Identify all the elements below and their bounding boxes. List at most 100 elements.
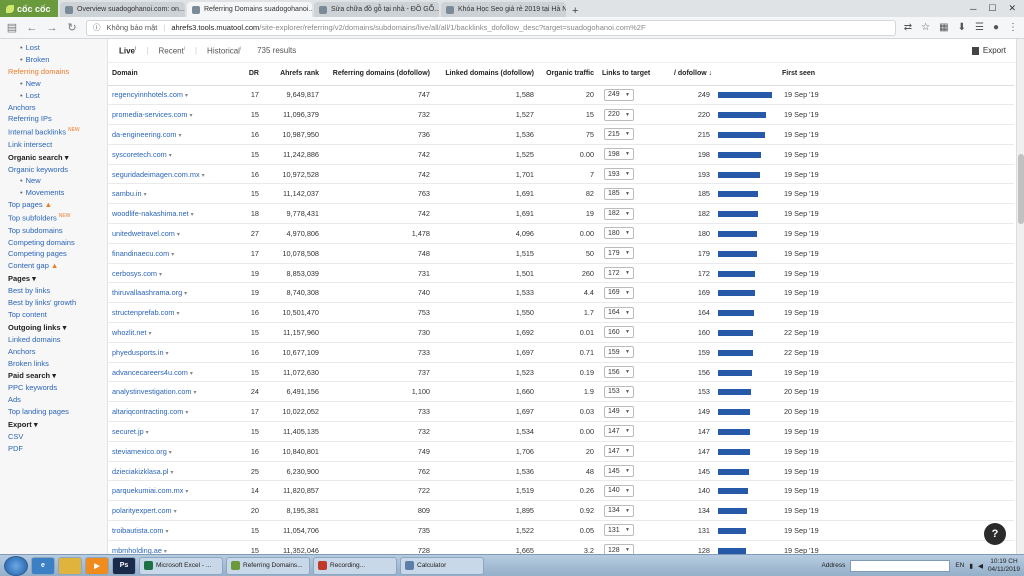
sidebar-item[interactable]: Lost (8, 90, 107, 102)
ie-icon[interactable]: e (31, 556, 55, 575)
taskbar-app[interactable]: Microsoft Excel - ... (139, 556, 223, 575)
bookmark-icon[interactable]: ☆ (921, 22, 930, 33)
sidebar-item[interactable]: Anchors (8, 102, 107, 114)
chevron-down-icon[interactable]: ▾ (185, 93, 188, 99)
domain-link[interactable]: troibautista.com (112, 526, 164, 535)
domain-link[interactable]: unitedwetravel.com (112, 229, 175, 238)
column-header[interactable]: Referring domains (dofollow) (323, 63, 434, 86)
links-select[interactable]: 182 ▼ (604, 207, 634, 220)
domain-cell[interactable]: troibautista.com ▾ (108, 520, 232, 541)
chevron-down-icon[interactable]: ▾ (184, 291, 187, 297)
domain-link[interactable]: cerbosys.com (112, 269, 157, 278)
close-icon[interactable]: ✕ (1008, 3, 1016, 14)
volume-icon[interactable]: ◀ (978, 562, 983, 570)
links-select[interactable]: 140 ▼ (604, 484, 634, 497)
domain-cell[interactable]: unitedwetravel.com ▾ (108, 223, 232, 244)
domain-link[interactable]: regencyinnhotels.com (112, 90, 183, 99)
domain-cell[interactable]: advancecareers4u.com ▾ (108, 362, 232, 383)
chevron-down-icon[interactable]: ▾ (176, 311, 179, 317)
minimize-icon[interactable]: ─ (970, 4, 976, 14)
column-header[interactable]: / dofollow ↓ (670, 63, 714, 86)
more-icon[interactable]: ⋮ (1008, 22, 1018, 33)
domain-link[interactable]: mbmholding.ae (112, 546, 162, 554)
column-header[interactable]: DR (232, 63, 263, 86)
sidebar-item[interactable]: Referring domains (8, 66, 107, 78)
filter-recent[interactable]: Recenti (158, 46, 184, 56)
chevron-down-icon[interactable]: ▾ (169, 153, 172, 159)
sidebar-item[interactable]: Top subfolders NEW (8, 211, 107, 224)
domain-cell[interactable]: promedia-services.com ▾ (108, 104, 232, 126)
domain-link[interactable]: whozlit.net (112, 328, 146, 337)
sidebar-item[interactable]: Paid search ▾ (8, 370, 107, 382)
chevron-down-icon[interactable]: ▾ (159, 272, 162, 278)
sidebar-item[interactable]: Organic keywords (8, 164, 107, 176)
chevron-down-icon[interactable]: ▾ (189, 113, 192, 119)
domain-link[interactable]: analystinvestigation.com (112, 387, 192, 396)
reload-icon[interactable]: ↻ (66, 21, 78, 34)
links-select[interactable]: 128 ▼ (604, 544, 634, 554)
domain-link[interactable]: advancecareers4u.com (112, 368, 188, 377)
links-select[interactable]: 149 ▼ (604, 405, 634, 418)
sidebar-item[interactable]: Outgoing links ▾ (8, 322, 107, 334)
taskbar-app[interactable]: Recording... (313, 556, 397, 575)
links-select[interactable]: 147 ▼ (604, 425, 634, 438)
sidebar-item[interactable]: PPC keywords (8, 382, 107, 394)
sidebar-item[interactable]: Broken (8, 54, 107, 66)
domain-cell[interactable]: cerbosys.com ▾ (108, 263, 232, 284)
sidebar-item[interactable]: Internal backlinks NEW (8, 125, 107, 138)
chevron-down-icon[interactable]: ▾ (166, 351, 169, 357)
sidebar-item[interactable]: PDF (8, 443, 107, 455)
network-icon[interactable]: ▮ (969, 562, 973, 570)
links-select[interactable]: 193 ▼ (604, 168, 634, 181)
sidebar-item[interactable]: Anchors (8, 346, 107, 358)
sidebar-item[interactable]: Referring IPs (8, 113, 107, 125)
export-button[interactable]: Export (971, 46, 1006, 55)
chevron-down-icon[interactable]: ▾ (179, 133, 182, 139)
column-header[interactable]: First seen (778, 63, 1014, 86)
domain-cell[interactable]: steviamexico.org ▾ (108, 441, 232, 462)
links-select[interactable]: 147 ▼ (604, 445, 634, 458)
column-header[interactable] (714, 63, 778, 86)
links-select[interactable]: 220 ▼ (604, 108, 634, 121)
links-select[interactable]: 134 ▼ (604, 504, 634, 517)
domain-link[interactable]: syscoretech.com (112, 150, 167, 159)
column-header[interactable]: Domain (108, 63, 232, 86)
links-select[interactable]: 160 ▼ (604, 326, 634, 339)
column-header[interactable]: Links to target (598, 63, 670, 86)
chevron-down-icon[interactable]: ▾ (177, 232, 180, 238)
domain-cell[interactable]: polarityexpert.com ▾ (108, 500, 232, 522)
links-select[interactable]: 172 ▼ (604, 267, 634, 280)
domain-link[interactable]: seguridadeimagen.com.mx (112, 170, 200, 179)
browser-tab[interactable]: Khóa Học Seo giá rẻ 2019 tại Hà N...× (441, 2, 566, 17)
lang-indicator[interactable]: EN (955, 562, 964, 569)
new-tab-button[interactable]: + (566, 5, 584, 17)
domain-cell[interactable]: da-engineering.com ▾ (108, 124, 232, 145)
domain-cell[interactable]: whozlit.net ▾ (108, 322, 232, 343)
start-button[interactable] (4, 555, 28, 576)
taskbar-app[interactable]: Calculator (400, 556, 484, 575)
domain-link[interactable]: thiruvallaashrama.org (112, 288, 182, 297)
sidebar-item[interactable]: Ads (8, 394, 107, 406)
sidebar-item[interactable]: Competing pages (8, 248, 107, 260)
domain-cell[interactable]: structenprefab.com ▾ (108, 302, 232, 324)
back-icon[interactable]: ← (26, 22, 38, 34)
domain-cell[interactable]: dzieciakizklasa.pl ▾ (108, 461, 232, 482)
sidebar-item[interactable]: Pages ▾ (8, 273, 107, 285)
forward-icon[interactable]: → (46, 22, 58, 34)
sidebar-item[interactable]: Content gap ▲ (8, 260, 107, 272)
sidebar-item[interactable]: Export ▾ (8, 419, 107, 431)
sidebar-item[interactable]: Top subdomains (8, 225, 107, 237)
taskbar-address-field[interactable] (850, 559, 951, 572)
domain-link[interactable]: sambu.in (112, 189, 142, 198)
sidebar-item[interactable]: Organic search ▾ (8, 152, 107, 164)
domain-cell[interactable]: syscoretech.com ▾ (108, 144, 232, 165)
domain-cell[interactable]: parquekumiai.com.mx ▾ (108, 480, 232, 502)
sidebar-toggle-icon[interactable]: ▤ (6, 21, 18, 34)
domain-link[interactable]: securet.jp (112, 427, 144, 436)
browser-tab[interactable]: Referring Domains suadogohanoi...× (187, 2, 312, 17)
sidebar-item[interactable]: Top content (8, 309, 107, 321)
sidebar-item[interactable]: Best by links' growth (8, 297, 107, 309)
links-select[interactable]: 180 ▼ (604, 227, 634, 240)
translate-icon[interactable]: ⇄ (904, 22, 912, 33)
domain-cell[interactable]: altariqcontracting.com ▾ (108, 401, 232, 423)
